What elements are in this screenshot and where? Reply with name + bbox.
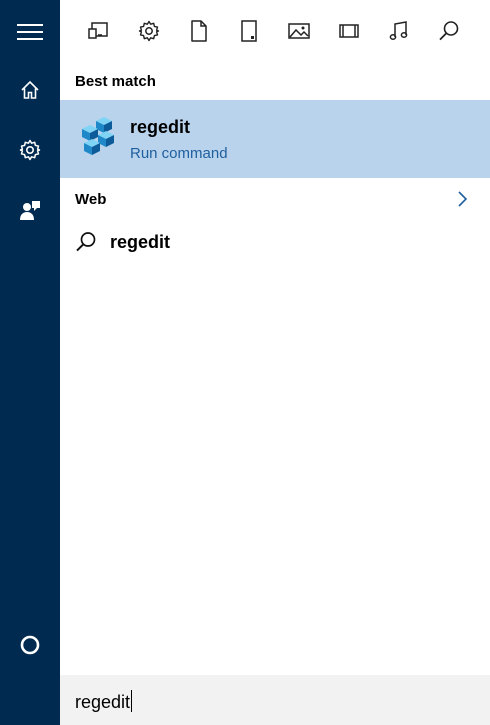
search-box[interactable]: regedit — [60, 675, 490, 725]
filter-tablet[interactable] — [234, 16, 264, 46]
cortana-circle-icon — [20, 635, 40, 655]
best-match-subtitle: Run command — [130, 145, 228, 162]
settings-button[interactable] — [0, 122, 60, 178]
photo-icon — [288, 23, 310, 39]
filter-web[interactable] — [434, 16, 464, 46]
sidebar — [0, 0, 60, 725]
filter-apps[interactable] — [84, 16, 114, 46]
web-result-item[interactable]: regedit — [60, 222, 490, 262]
search-icon — [76, 232, 96, 252]
search-query-text: regedit — [75, 692, 131, 712]
text-caret — [131, 690, 133, 712]
feedback-icon — [20, 201, 40, 220]
filter-videos[interactable] — [334, 16, 364, 46]
gear-icon — [19, 139, 41, 161]
music-icon — [389, 21, 408, 40]
search-input[interactable]: regedit — [75, 690, 133, 713]
best-match-heading: Best match — [75, 73, 156, 90]
feedback-button[interactable] — [0, 182, 60, 238]
web-result-text: regedit — [110, 232, 171, 252]
best-match-title: regedit — [130, 117, 191, 137]
menu-button[interactable] — [0, 4, 60, 60]
home-button[interactable] — [0, 62, 60, 118]
filter-photos[interactable] — [284, 16, 314, 46]
tablet-icon — [241, 20, 257, 42]
apps-icon — [88, 22, 108, 39]
chevron-right-icon — [458, 191, 468, 207]
document-icon — [191, 20, 207, 42]
filter-music[interactable] — [384, 16, 414, 46]
registry-cubes-icon — [82, 117, 114, 155]
home-icon — [21, 80, 39, 99]
filter-bar — [60, 0, 490, 62]
gear-icon — [138, 20, 160, 42]
filter-settings[interactable] — [134, 16, 164, 46]
filter-documents[interactable] — [184, 16, 214, 46]
cortana-button[interactable] — [0, 617, 60, 673]
search-results-panel: Best match regedit Run command Web reged… — [60, 0, 490, 725]
web-heading: Web — [75, 191, 107, 208]
web-section-header[interactable]: Web — [60, 180, 490, 218]
start-search-window: Best match regedit Run command Web reged… — [0, 0, 490, 725]
search-icon — [439, 21, 459, 41]
best-match-result[interactable]: regedit Run command — [60, 100, 490, 178]
video-icon — [339, 24, 359, 38]
hamburger-icon — [17, 24, 43, 40]
